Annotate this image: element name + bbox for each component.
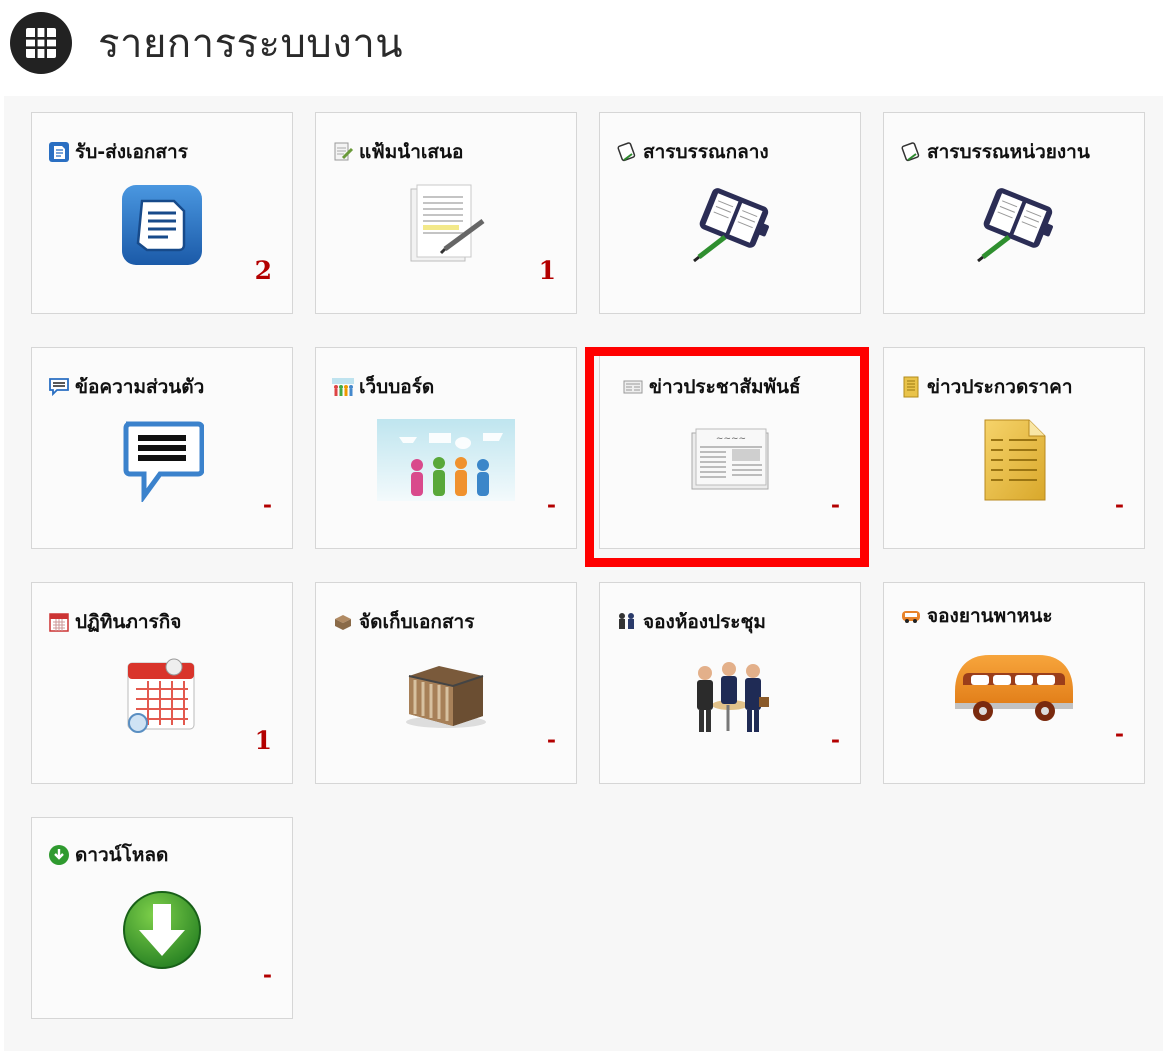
people-small-icon	[332, 378, 354, 396]
notification-count: -	[546, 492, 556, 518]
notification-count: -	[262, 492, 272, 518]
page-title: รายการระบบงาน	[98, 21, 404, 67]
tile-title: แฟ้มนำเสนอ	[332, 137, 463, 167]
tile-label: จัดเก็บเอกสาร	[359, 611, 475, 633]
tile-price-bid-news[interactable]: ข่าวประกวดราคา -	[883, 347, 1145, 549]
tile-label: เว็บบอร์ด	[359, 376, 435, 398]
tile-title: สารบรรณกลาง	[616, 137, 769, 167]
notification-count: -	[1114, 492, 1124, 518]
app-grid-panel: รับ-ส่งเอกสาร 2 แฟ้มนำเสนอ 1 สารบรรณกลาง…	[4, 96, 1163, 1051]
tile-title: เว็บบอร์ด	[332, 372, 434, 402]
tile-label: รับ-ส่งเอกสาร	[75, 141, 188, 163]
tile-webboard[interactable]: เว็บบอร์ด -	[315, 347, 577, 549]
tile-title: ดาวน์โหลด	[48, 840, 168, 870]
document-yellow-small-icon	[903, 376, 919, 398]
tile-document-storage[interactable]: จัดเก็บเอกสาร -	[315, 582, 577, 784]
notification-count: -	[262, 962, 272, 988]
download-icon	[87, 882, 237, 978]
message-icon	[87, 412, 237, 508]
archive-box-icon	[371, 647, 521, 743]
tile-public-relations-news[interactable]: ข่าวประชาสัมพันธ์ ~~~~ -	[599, 347, 861, 549]
planner-small-icon	[901, 142, 920, 162]
planner-small-icon	[617, 142, 636, 162]
tile-vehicle-booking[interactable]: จองยานพาหนะ -	[883, 582, 1145, 784]
tile-label: ดาวน์โหลด	[75, 844, 169, 866]
paper-pen-small-icon	[334, 142, 354, 161]
notification-count: 1	[538, 256, 556, 285]
notification-count: 1	[254, 726, 272, 755]
message-small-icon	[49, 378, 69, 397]
tile-label: ข่าวประกวดราคา	[927, 376, 1073, 398]
download-small-icon	[49, 845, 69, 865]
tile-private-message[interactable]: ข้อความส่วนตัว -	[31, 347, 293, 549]
document-yellow-icon	[939, 412, 1089, 508]
tile-label: ปฏิทินภารกิจ	[75, 611, 182, 633]
planner-icon	[939, 177, 1089, 273]
calendar-small-icon	[49, 613, 69, 632]
tile-title: ข้อความส่วนตัว	[48, 372, 204, 402]
calendar-icon	[87, 647, 237, 743]
tile-label: จองยานพาหนะ	[927, 605, 1053, 627]
tile-title: ข่าวประกวดราคา	[900, 372, 1073, 402]
newspaper-small-icon	[623, 380, 643, 394]
tile-title: จองห้องประชุม	[616, 607, 766, 637]
tile-label: แฟ้มนำเสนอ	[359, 141, 464, 163]
tile-title: จองยานพาหนะ	[900, 601, 1053, 631]
page-header: รายการระบบงาน	[10, 10, 403, 76]
tile-document-send-receive[interactable]: รับ-ส่งเอกสาร 2	[31, 112, 293, 314]
tile-title: จัดเก็บเอกสาร	[332, 607, 474, 637]
tile-label: ข่าวประชาสัมพันธ์	[649, 376, 801, 398]
tile-presentation-folder[interactable]: แฟ้มนำเสนอ 1	[315, 112, 577, 314]
planner-icon	[655, 177, 805, 273]
tile-mission-calendar[interactable]: ปฏิทินภารกิจ 1	[31, 582, 293, 784]
tile-title: สารบรรณหน่วยงาน	[900, 137, 1090, 167]
document-icon	[87, 177, 237, 273]
bus-icon	[939, 639, 1089, 735]
meeting-icon	[655, 647, 805, 743]
notification-count: 2	[254, 256, 272, 285]
meeting-small-icon	[619, 613, 634, 629]
notification-count: -	[830, 492, 840, 518]
tile-title: ปฏิทินภารกิจ	[48, 607, 181, 637]
tile-label: ข้อความส่วนตัว	[75, 376, 205, 398]
tile-title: รับ-ส่งเอกสาร	[48, 137, 188, 167]
grid-icon	[10, 12, 72, 74]
tile-label: สารบรรณกลาง	[643, 141, 769, 163]
notification-count: -	[546, 727, 556, 753]
newspaper-icon: ~~~~	[655, 412, 805, 508]
bus-small-icon	[902, 611, 920, 623]
people-chat-icon	[371, 412, 521, 508]
notification-count: -	[830, 727, 840, 753]
archive-small-icon	[335, 615, 351, 630]
tile-label: จองห้องประชุม	[643, 611, 766, 633]
paper-pen-icon	[371, 177, 521, 273]
notification-count: -	[1114, 721, 1124, 747]
tile-meeting-room-booking[interactable]: จองห้องประชุม -	[599, 582, 861, 784]
tile-title: ข่าวประชาสัมพันธ์	[622, 372, 801, 402]
tile-unit-correspondence[interactable]: สารบรรณหน่วยงาน	[883, 112, 1145, 314]
tile-central-correspondence[interactable]: สารบรรณกลาง	[599, 112, 861, 314]
tile-download[interactable]: ดาวน์โหลด -	[31, 817, 293, 1019]
document-small-icon	[49, 142, 69, 162]
tile-label: สารบรรณหน่วยงาน	[927, 141, 1090, 163]
svg-text:~~~~: ~~~~	[716, 434, 746, 444]
